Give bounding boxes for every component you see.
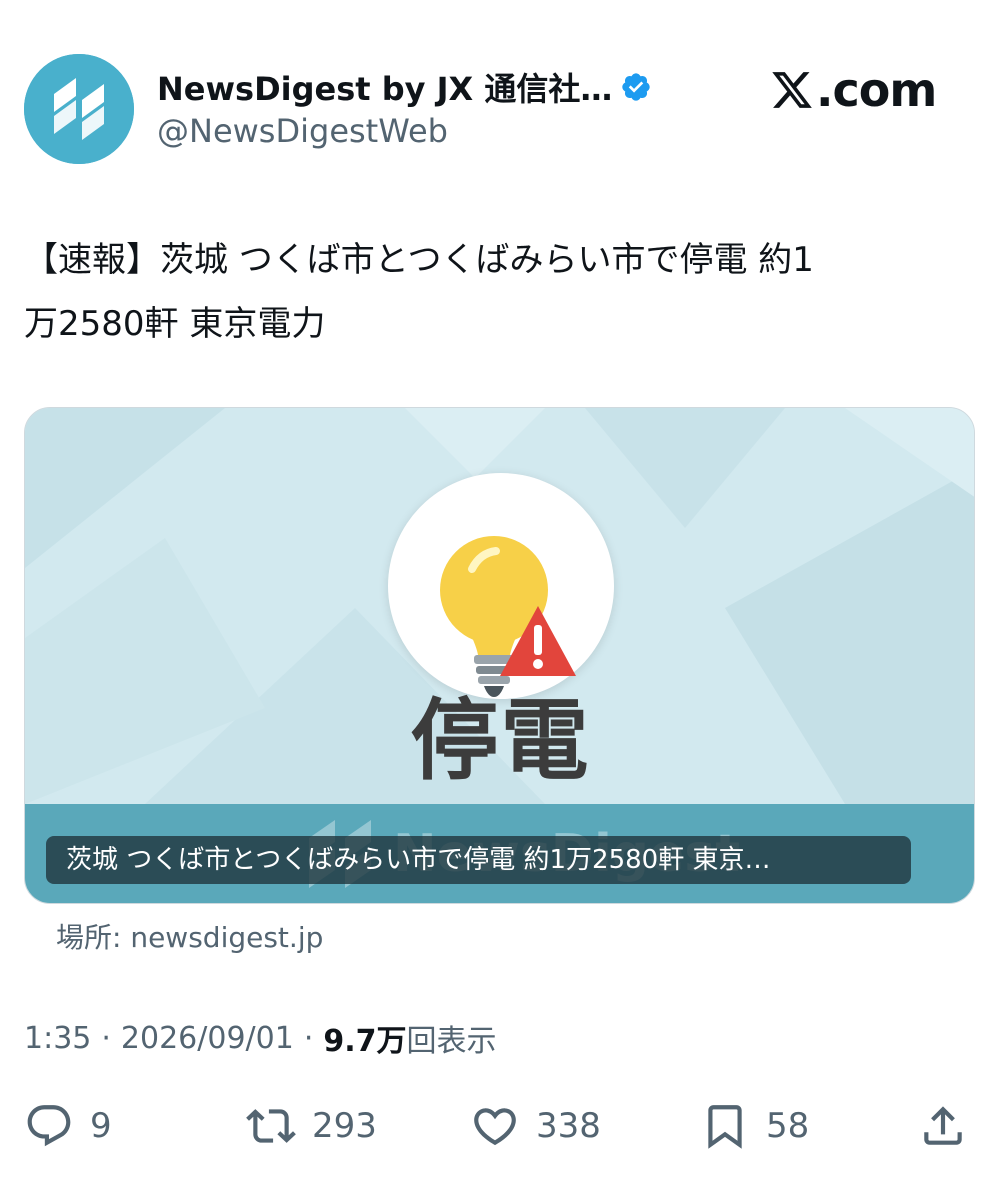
link-card[interactable]: 停電 NewsDigest 茨城 つくば市とつくばみらい市で停電 約1万2580… bbox=[24, 407, 975, 904]
retweet-button[interactable]: 293 bbox=[246, 1094, 377, 1158]
tweet-text-line-1: 【速報】茨城 つくば市とつくばみらい市で停電 約1 bbox=[24, 240, 814, 280]
x-com-logo: .com bbox=[770, 62, 937, 118]
author-name-row[interactable]: NewsDigest by JX 通信社… bbox=[157, 64, 652, 110]
tweet-actions: 9 293 338 58 bbox=[0, 1094, 999, 1158]
like-button[interactable]: 338 bbox=[470, 1094, 601, 1158]
verified-badge-icon bbox=[622, 73, 651, 101]
tweet-time[interactable]: 1:35 bbox=[24, 1021, 91, 1056]
tweet-date[interactable]: 2026/09/01 bbox=[121, 1021, 294, 1056]
card-source[interactable]: 場所: newsdigest.jp bbox=[56, 916, 323, 956]
reply-icon bbox=[27, 1105, 71, 1147]
newsdigest-logo-icon bbox=[24, 54, 134, 164]
bookmark-count: 58 bbox=[766, 1106, 810, 1146]
bookmark-icon bbox=[708, 1105, 742, 1149]
author-handle[interactable]: @NewsDigestWeb bbox=[157, 112, 448, 150]
heart-icon bbox=[474, 1108, 516, 1146]
meta-separator: · bbox=[101, 1020, 111, 1056]
share-button[interactable] bbox=[918, 1094, 968, 1158]
author-display-name[interactable]: NewsDigest by JX 通信社… bbox=[157, 64, 612, 110]
bookmark-button[interactable]: 58 bbox=[700, 1094, 809, 1158]
card-title[interactable]: 茨城 つくば市とつくばみらい市で停電 約1万2580軒 東京… bbox=[46, 836, 911, 884]
meta-separator: · bbox=[303, 1020, 314, 1056]
reply-count: 9 bbox=[90, 1106, 112, 1146]
views-label: 回表示 bbox=[406, 1024, 497, 1059]
x-com-label: .com bbox=[816, 63, 937, 117]
tweet-text: 【速報】茨城 つくば市とつくばみらい市で停電 約1 万2580軒 東京電力 bbox=[24, 228, 964, 356]
views-count: 9.7万 bbox=[323, 1024, 407, 1059]
retweet-count: 293 bbox=[312, 1106, 377, 1146]
tweet-text-line-2: 万2580軒 東京電力 bbox=[24, 304, 326, 344]
reply-button[interactable]: 9 bbox=[24, 1094, 112, 1158]
card-headline: 停電 bbox=[410, 689, 591, 792]
lightbulb-warning-illustration bbox=[388, 473, 614, 699]
lightbulb-warning-icon bbox=[440, 536, 576, 697]
retweet-icon bbox=[246, 1109, 296, 1143]
like-count: 338 bbox=[536, 1106, 601, 1146]
author-avatar[interactable] bbox=[24, 54, 134, 164]
tweet-header: NewsDigest by JX 通信社… @NewsDigestWeb .co… bbox=[0, 0, 999, 180]
share-icon bbox=[924, 1106, 962, 1145]
tweet-meta: 1:35 · 2026/09/01 · 9.7万 回表示 bbox=[24, 1016, 497, 1060]
x-logo-icon bbox=[772, 72, 812, 108]
